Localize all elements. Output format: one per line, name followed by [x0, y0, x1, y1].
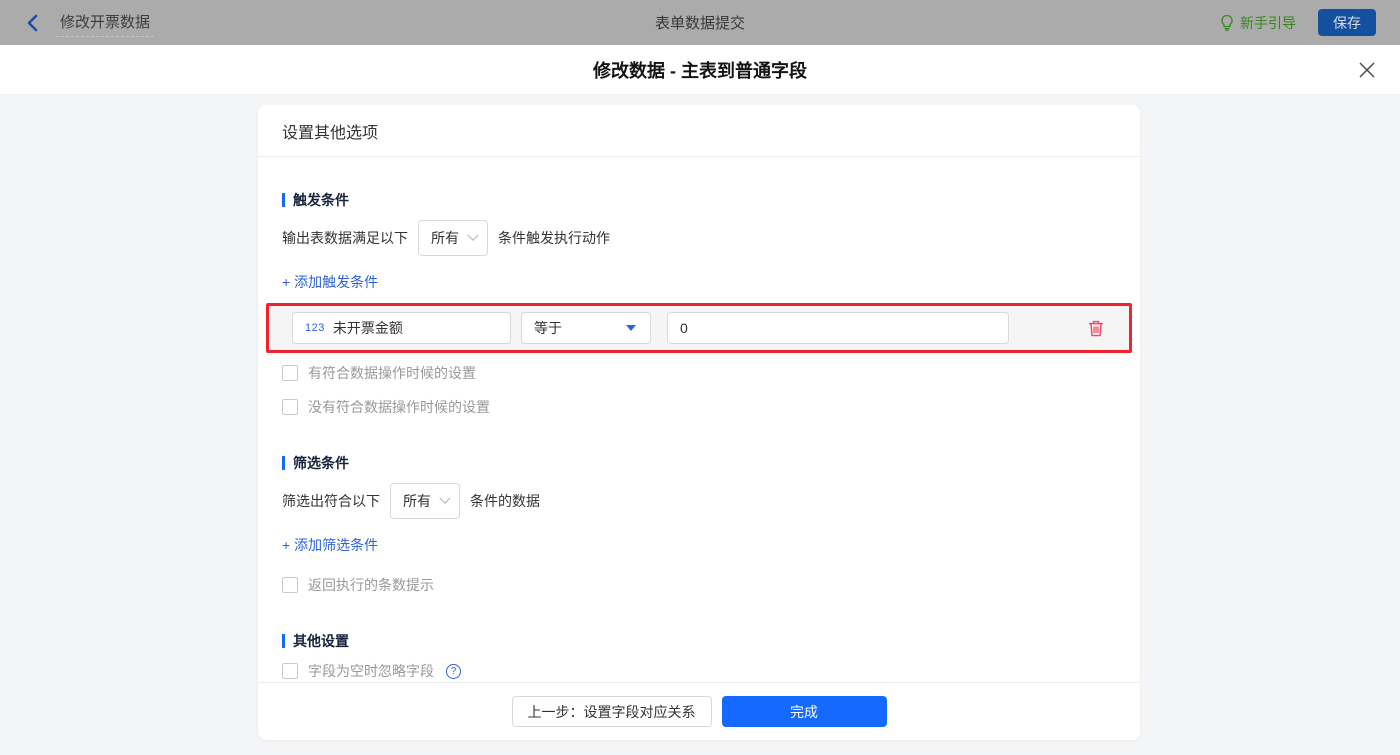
- section-accent-bar: [282, 193, 285, 207]
- modal-header: 修改数据 - 主表到普通字段: [0, 45, 1400, 95]
- add-filter-condition-link[interactable]: + 添加筛选条件: [282, 535, 378, 555]
- checkbox-icon[interactable]: [282, 399, 298, 415]
- caret-down-icon: [626, 325, 636, 331]
- modal-body: 设置其他选项 触发条件 输出表数据满足以下 所有 条件触发执行动作 + 添加触发…: [0, 95, 1400, 755]
- panel-header: 设置其他选项: [258, 105, 1140, 157]
- trigger-sentence-suffix: 条件触发执行动作: [498, 230, 610, 246]
- condition-value-input[interactable]: 0: [667, 312, 1009, 344]
- checkbox-icon[interactable]: [282, 663, 298, 679]
- filter-sentence-suffix: 条件的数据: [470, 493, 540, 509]
- modal-title: 修改数据 - 主表到普通字段: [593, 60, 807, 81]
- panel-footer: 上一步：设置字段对应关系 完成: [258, 682, 1140, 740]
- trigger-sentence-prefix: 输出表数据满足以下: [282, 230, 408, 246]
- close-icon[interactable]: [1358, 61, 1376, 79]
- condition-operator-select[interactable]: 等于: [521, 312, 651, 344]
- filter-match-sentence: 筛选出符合以下 所有 条件的数据: [282, 483, 1116, 519]
- add-trigger-condition-link[interactable]: + 添加触发条件: [282, 272, 378, 292]
- beginner-guide-link[interactable]: 新手引导: [1219, 13, 1296, 33]
- condition-field-name: 未开票金额: [332, 320, 403, 336]
- section-accent-bar: [282, 456, 285, 470]
- checkbox-icon[interactable]: [282, 577, 298, 593]
- flow-name-editable[interactable]: 修改开票数据: [56, 9, 155, 37]
- trigger-match-sentence: 输出表数据满足以下 所有 条件触发执行动作: [282, 220, 1116, 256]
- trigger-match-select[interactable]: 所有: [418, 220, 488, 256]
- chevron-down-icon: [439, 492, 451, 504]
- save-button[interactable]: 保存: [1318, 9, 1376, 36]
- checkbox-has-matching-data[interactable]: 有符合数据操作时候的设置: [282, 363, 476, 383]
- top-app-bar: 修改开票数据 表单数据提交 新手引导 保存: [0, 0, 1400, 45]
- trigger-condition-row-highlighted: 123 未开票金额 等于 0: [266, 303, 1132, 353]
- options-panel: 设置其他选项 触发条件 输出表数据满足以下 所有 条件触发执行动作 + 添加触发…: [258, 105, 1140, 740]
- done-button[interactable]: 完成: [721, 696, 887, 727]
- previous-step-button[interactable]: 上一步：设置字段对应关系: [511, 696, 712, 727]
- trash-icon[interactable]: [1088, 320, 1104, 337]
- number-field-type-icon: 123: [305, 322, 325, 334]
- trigger-section-title: 触发条件: [282, 190, 1116, 210]
- other-section-title: 其他设置: [282, 631, 1116, 651]
- back-button[interactable]: [24, 14, 42, 32]
- chevron-left-icon: [27, 14, 38, 31]
- filter-sentence-prefix: 筛选出符合以下: [282, 493, 380, 509]
- page-title: 表单数据提交: [654, 15, 746, 32]
- checkbox-icon[interactable]: [282, 365, 298, 381]
- chevron-down-icon: [467, 229, 479, 241]
- section-accent-bar: [282, 634, 285, 648]
- condition-field-select[interactable]: 123 未开票金额: [292, 312, 511, 344]
- checkbox-return-count-hint[interactable]: 返回执行的条数提示: [282, 575, 434, 595]
- guide-label: 新手引导: [1240, 14, 1296, 31]
- checkbox-no-matching-data[interactable]: 没有符合数据操作时候的设置: [282, 397, 490, 417]
- checkbox-ignore-empty-fields[interactable]: 字段为空时忽略字段 ?: [282, 661, 461, 681]
- lightbulb-icon: [1221, 14, 1233, 31]
- filter-match-select[interactable]: 所有: [390, 483, 460, 519]
- help-question-icon[interactable]: ?: [446, 663, 461, 679]
- filter-section-title: 筛选条件: [282, 453, 1116, 473]
